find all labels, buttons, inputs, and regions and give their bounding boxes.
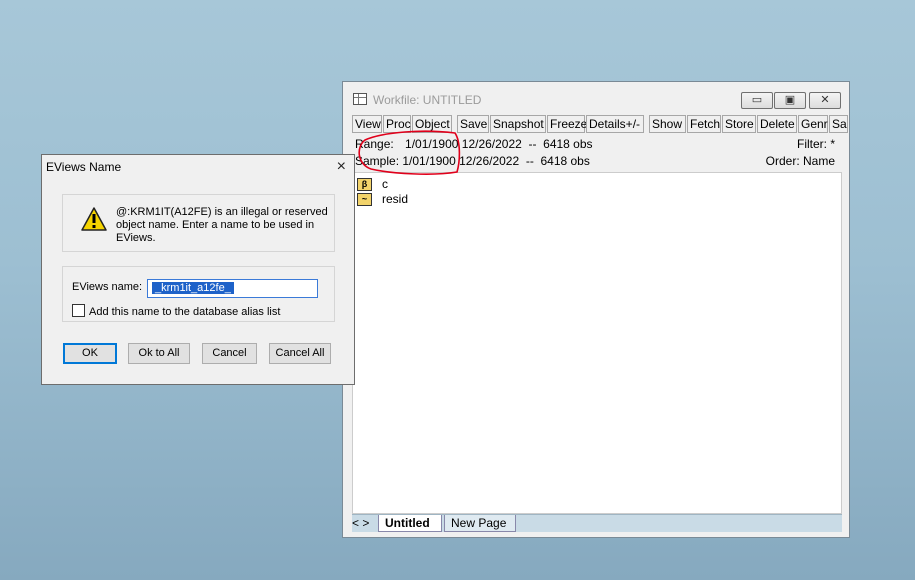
order-label[interactable]: Order: Name xyxy=(766,153,835,169)
ok-to-all-button[interactable]: Ok to All xyxy=(128,343,190,364)
toolbar-view-button[interactable]: View xyxy=(352,115,382,133)
cancel-all-button[interactable]: Cancel All xyxy=(269,343,331,364)
toolbar-delete-button[interactable]: Delete xyxy=(757,115,797,133)
dialog-close-icon[interactable]: × xyxy=(337,158,346,176)
range-row[interactable]: Range: 1/01/1900 12/26/2022 -- 6418 obs xyxy=(355,136,593,152)
minimize-button[interactable]: ▭ xyxy=(741,92,773,109)
maximize-button[interactable]: ▣ xyxy=(774,92,806,109)
range-value: 1/01/1900 12/26/2022 -- 6418 obs xyxy=(405,137,593,151)
range-label: Range: xyxy=(355,137,394,151)
warning-icon xyxy=(81,207,107,231)
eviews-name-input[interactable]: _krm1it_a12fe_ xyxy=(147,279,318,298)
eviews-name-value: _krm1it_a12fe_ xyxy=(152,282,234,294)
dialog-title: EViews Name xyxy=(46,160,122,174)
close-icon: ✕ xyxy=(820,94,830,106)
alias-checkbox[interactable]: Add this name to the database alias list xyxy=(72,304,280,318)
toolbar-fetch-button[interactable]: Fetch xyxy=(687,115,721,133)
workfile-titlebar[interactable]: Workfile: UNTITLED ▭ ▣ ✕ xyxy=(343,82,849,112)
workfile-title: Workfile: UNTITLED xyxy=(373,93,482,107)
object-name: resid xyxy=(382,192,409,206)
object-name: c xyxy=(382,177,388,191)
close-button[interactable]: ✕ xyxy=(809,92,841,109)
eviews-name-label: EViews name: xyxy=(72,281,143,293)
sample-row[interactable]: Sample: 1/01/1900 12/26/2022 -- 6418 obs xyxy=(355,153,590,169)
eviews-name-dialog: EViews Name × @:KRM1IT(A12FE) is an ille… xyxy=(41,154,355,385)
page-tabs: < > Untitled New Page xyxy=(352,514,842,532)
minimize-icon: ▭ xyxy=(751,94,763,106)
dialog-message: @:KRM1IT(A12FE) is an illegal or reserve… xyxy=(116,206,328,244)
list-item[interactable]: βc xyxy=(357,177,388,192)
tab-untitled[interactable]: Untitled xyxy=(378,515,442,532)
sample-label: Sample: xyxy=(355,154,400,168)
toolbar-sample-button[interactable]: Sa xyxy=(829,115,848,133)
sample-value: 1/01/1900 12/26/2022 -- 6418 obs xyxy=(402,154,590,168)
workfile-app-icon xyxy=(353,93,367,105)
series-icon: ~ xyxy=(357,193,372,207)
workfile-window: Workfile: UNTITLED ▭ ▣ ✕ View Proc Objec… xyxy=(342,81,850,538)
range-sample-area: Range: 1/01/1900 12/26/2022 -- 6418 obs … xyxy=(352,135,839,170)
maximize-icon: ▣ xyxy=(784,94,796,106)
toolbar-snapshot-button[interactable]: Snapshot xyxy=(490,115,546,133)
tab-new-page[interactable]: New Page xyxy=(444,515,516,532)
object-list[interactable]: βc ~ resid xyxy=(352,172,842,514)
list-item[interactable]: ~ resid xyxy=(357,192,409,207)
filter-label[interactable]: Filter: * xyxy=(797,136,835,152)
toolbar-freeze-button[interactable]: Freeze xyxy=(547,115,587,133)
coefficient-icon: β xyxy=(357,178,372,192)
message-group: @:KRM1IT(A12FE) is an illegal or reserve… xyxy=(62,194,335,252)
toolbar-save-button[interactable]: Save xyxy=(457,115,489,133)
cancel-button[interactable]: Cancel xyxy=(202,343,257,364)
toolbar-object-button[interactable]: Object xyxy=(412,115,452,133)
name-form-group: EViews name: _krm1it_a12fe_ Add this nam… xyxy=(62,266,335,322)
tab-scroll-arrows-icon[interactable]: < > xyxy=(352,516,369,530)
checkbox-icon xyxy=(72,304,85,317)
ok-button[interactable]: OK xyxy=(63,343,117,364)
toolbar-proc-button[interactable]: Proc xyxy=(383,115,411,133)
toolbar-store-button[interactable]: Store xyxy=(722,115,756,133)
toolbar-details-button[interactable]: Details+/- xyxy=(586,115,644,133)
toolbar-genr-button[interactable]: Genr xyxy=(798,115,828,133)
toolbar-show-button[interactable]: Show xyxy=(649,115,686,133)
alias-checkbox-label: Add this name to the database alias list xyxy=(89,306,281,318)
